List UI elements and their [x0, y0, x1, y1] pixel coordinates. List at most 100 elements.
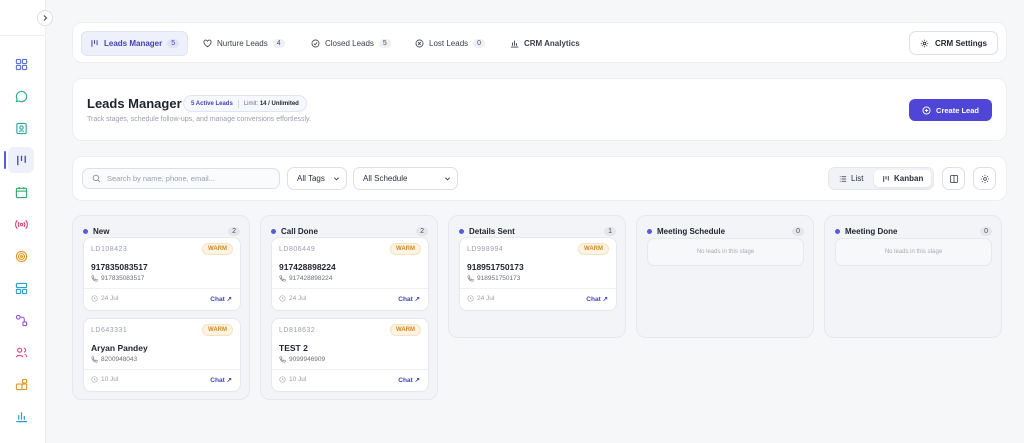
lead-date: 10 Jul [91, 376, 118, 383]
sidebar-item-contacts[interactable] [8, 115, 34, 141]
check-circle-icon [311, 39, 320, 48]
lead-name: 917428898224 [279, 262, 336, 272]
kanban-icon [91, 40, 98, 47]
gear-icon [920, 39, 929, 47]
clock-icon [91, 376, 98, 383]
board-settings-button[interactable] [973, 167, 996, 190]
sidebar-item-broadcast[interactable] [8, 211, 34, 237]
schedule-select[interactable]: All Schedule [353, 167, 458, 190]
tab-nurture-leads[interactable]: Nurture Leads 4 [195, 31, 293, 56]
lead-temperature-badge: WARM [202, 243, 233, 255]
chat-link[interactable]: Chat ↗ [210, 376, 232, 384]
lead-temperature-badge: WARM [202, 324, 233, 336]
lead-card[interactable]: LD806449 WARM 917428898224 917428898224 … [271, 237, 429, 311]
sidebar-item-leads[interactable] [8, 147, 34, 173]
chat-link[interactable]: Chat ↗ [398, 295, 420, 303]
chat-link[interactable]: Chat ↗ [210, 295, 232, 303]
search-input[interactable] [107, 174, 267, 183]
lead-phone: 917428898224 [279, 275, 332, 282]
crm-settings-label: CRM Settings [935, 38, 987, 48]
columns-button[interactable] [942, 167, 965, 190]
page-subtitle: Track stages, schedule follow-ups, and m… [87, 116, 311, 123]
column-count: 0 [792, 226, 804, 236]
clock-icon [279, 295, 286, 302]
tab-closed-leads[interactable]: Closed Leads 5 [303, 31, 399, 56]
lead-phone-number: 8200948043 [101, 356, 138, 363]
stage-dot [83, 228, 88, 234]
create-lead-button[interactable]: Create Lead [909, 99, 992, 121]
column-header: New 2 [83, 225, 240, 237]
phone-icon [91, 275, 98, 282]
sidebar-item-workflows[interactable] [8, 307, 34, 333]
lead-card[interactable]: LD998994 WARM 918951750173 918951750173 … [459, 237, 617, 311]
filter-bar: All Tags All Schedule List Kanban [72, 156, 1007, 201]
phone-icon [467, 275, 474, 282]
column-title: Meeting Done [845, 226, 898, 236]
sidebar-item-apps[interactable] [8, 371, 34, 397]
sidebar-item-analytics[interactable] [8, 403, 34, 429]
lead-card[interactable]: LD643331 WARM Aryan Pandey 8200948043 10… [83, 318, 241, 392]
sidebar-item-users[interactable] [8, 339, 34, 365]
clock-icon [91, 295, 98, 302]
column-count: 2 [228, 226, 240, 236]
lead-id: LD806449 [279, 246, 316, 253]
lead-id: LD108423 [91, 246, 128, 253]
lead-name: 917835083517 [91, 262, 148, 272]
tab-leads-manager[interactable]: Leads Manager 5 [81, 31, 189, 56]
chat-link[interactable]: Chat ↗ [586, 295, 608, 303]
phone-icon [279, 275, 286, 282]
lead-id: LD998994 [467, 246, 504, 253]
chat-link[interactable]: Chat ↗ [398, 376, 420, 384]
lead-date-text: 24 Jul [289, 295, 307, 302]
tags-select[interactable]: All Tags [287, 167, 347, 190]
sidebar-item-chat[interactable] [8, 83, 34, 109]
view-kanban-button[interactable]: Kanban [874, 170, 932, 187]
lead-id: LD643331 [91, 327, 128, 334]
apps-icon [15, 378, 27, 390]
tab-count-badge: 5 [378, 39, 391, 48]
chat-icon [15, 90, 27, 102]
pill-divider [237, 99, 239, 108]
stage-dot [835, 228, 840, 234]
create-lead-label: Create Lead [936, 105, 979, 115]
sidebar-item-layout[interactable] [8, 275, 34, 301]
lead-card[interactable]: LD818632 WARM TEST 2 9099946909 10 Jul C… [271, 318, 429, 392]
sidebar-item-targets[interactable] [8, 243, 34, 269]
view-list-button[interactable]: List [831, 170, 871, 187]
lead-phone-number: 918951750173 [477, 275, 521, 282]
plus-circle-icon [922, 106, 931, 114]
x-circle-icon [415, 39, 424, 48]
tab-crm-analytics[interactable]: CRM Analytics [502, 31, 588, 56]
lead-phone-number: 917428898224 [289, 275, 333, 282]
crm-settings-button[interactable]: CRM Settings [909, 31, 998, 55]
phone-icon [91, 356, 98, 363]
lead-phone-number: 9099946909 [289, 356, 326, 363]
list-icon [839, 175, 847, 182]
view-toggle: List Kanban [828, 167, 934, 190]
lead-phone: 8200948043 [91, 356, 137, 363]
sidebar-item-dashboard[interactable] [8, 51, 34, 77]
lead-stats-pill: 5 Active Leads Limit: 14 / Unlimited [183, 95, 307, 112]
lead-date: 24 Jul [467, 295, 494, 302]
sidebar-item-calendar[interactable] [8, 179, 34, 205]
sidebar-collapse-button[interactable] [37, 10, 53, 26]
kanban-column-meeting-done: Meeting Done 0 No leads in this stage [824, 215, 1002, 338]
kanban-column-details-sent: Details Sent 1 LD998994 WARM 918951750173… [448, 215, 626, 338]
dashboard-icon [15, 58, 27, 70]
kanban-icon [16, 155, 26, 165]
sidebar [0, 0, 46, 443]
kanban-column-new: New 2 LD108423 WARM 917835083517 91783508… [72, 215, 250, 400]
tab-count-badge: 0 [473, 39, 486, 48]
column-count: 2 [416, 226, 428, 236]
lead-temperature-badge: WARM [578, 243, 609, 255]
tab-count-badge: 4 [272, 39, 285, 48]
limit-label: Limit: [243, 100, 259, 107]
lead-date: 24 Jul [91, 295, 118, 302]
contacts-icon [15, 122, 27, 134]
search-box [82, 168, 280, 189]
lead-date-text: 10 Jul [289, 376, 307, 383]
lead-card[interactable]: LD108423 WARM 917835083517 917835083517 … [83, 237, 241, 311]
tab-lost-leads[interactable]: Lost Leads 0 [407, 31, 493, 56]
column-header: Call Done 2 [271, 225, 428, 237]
column-header: Meeting Schedule 0 [647, 225, 804, 237]
